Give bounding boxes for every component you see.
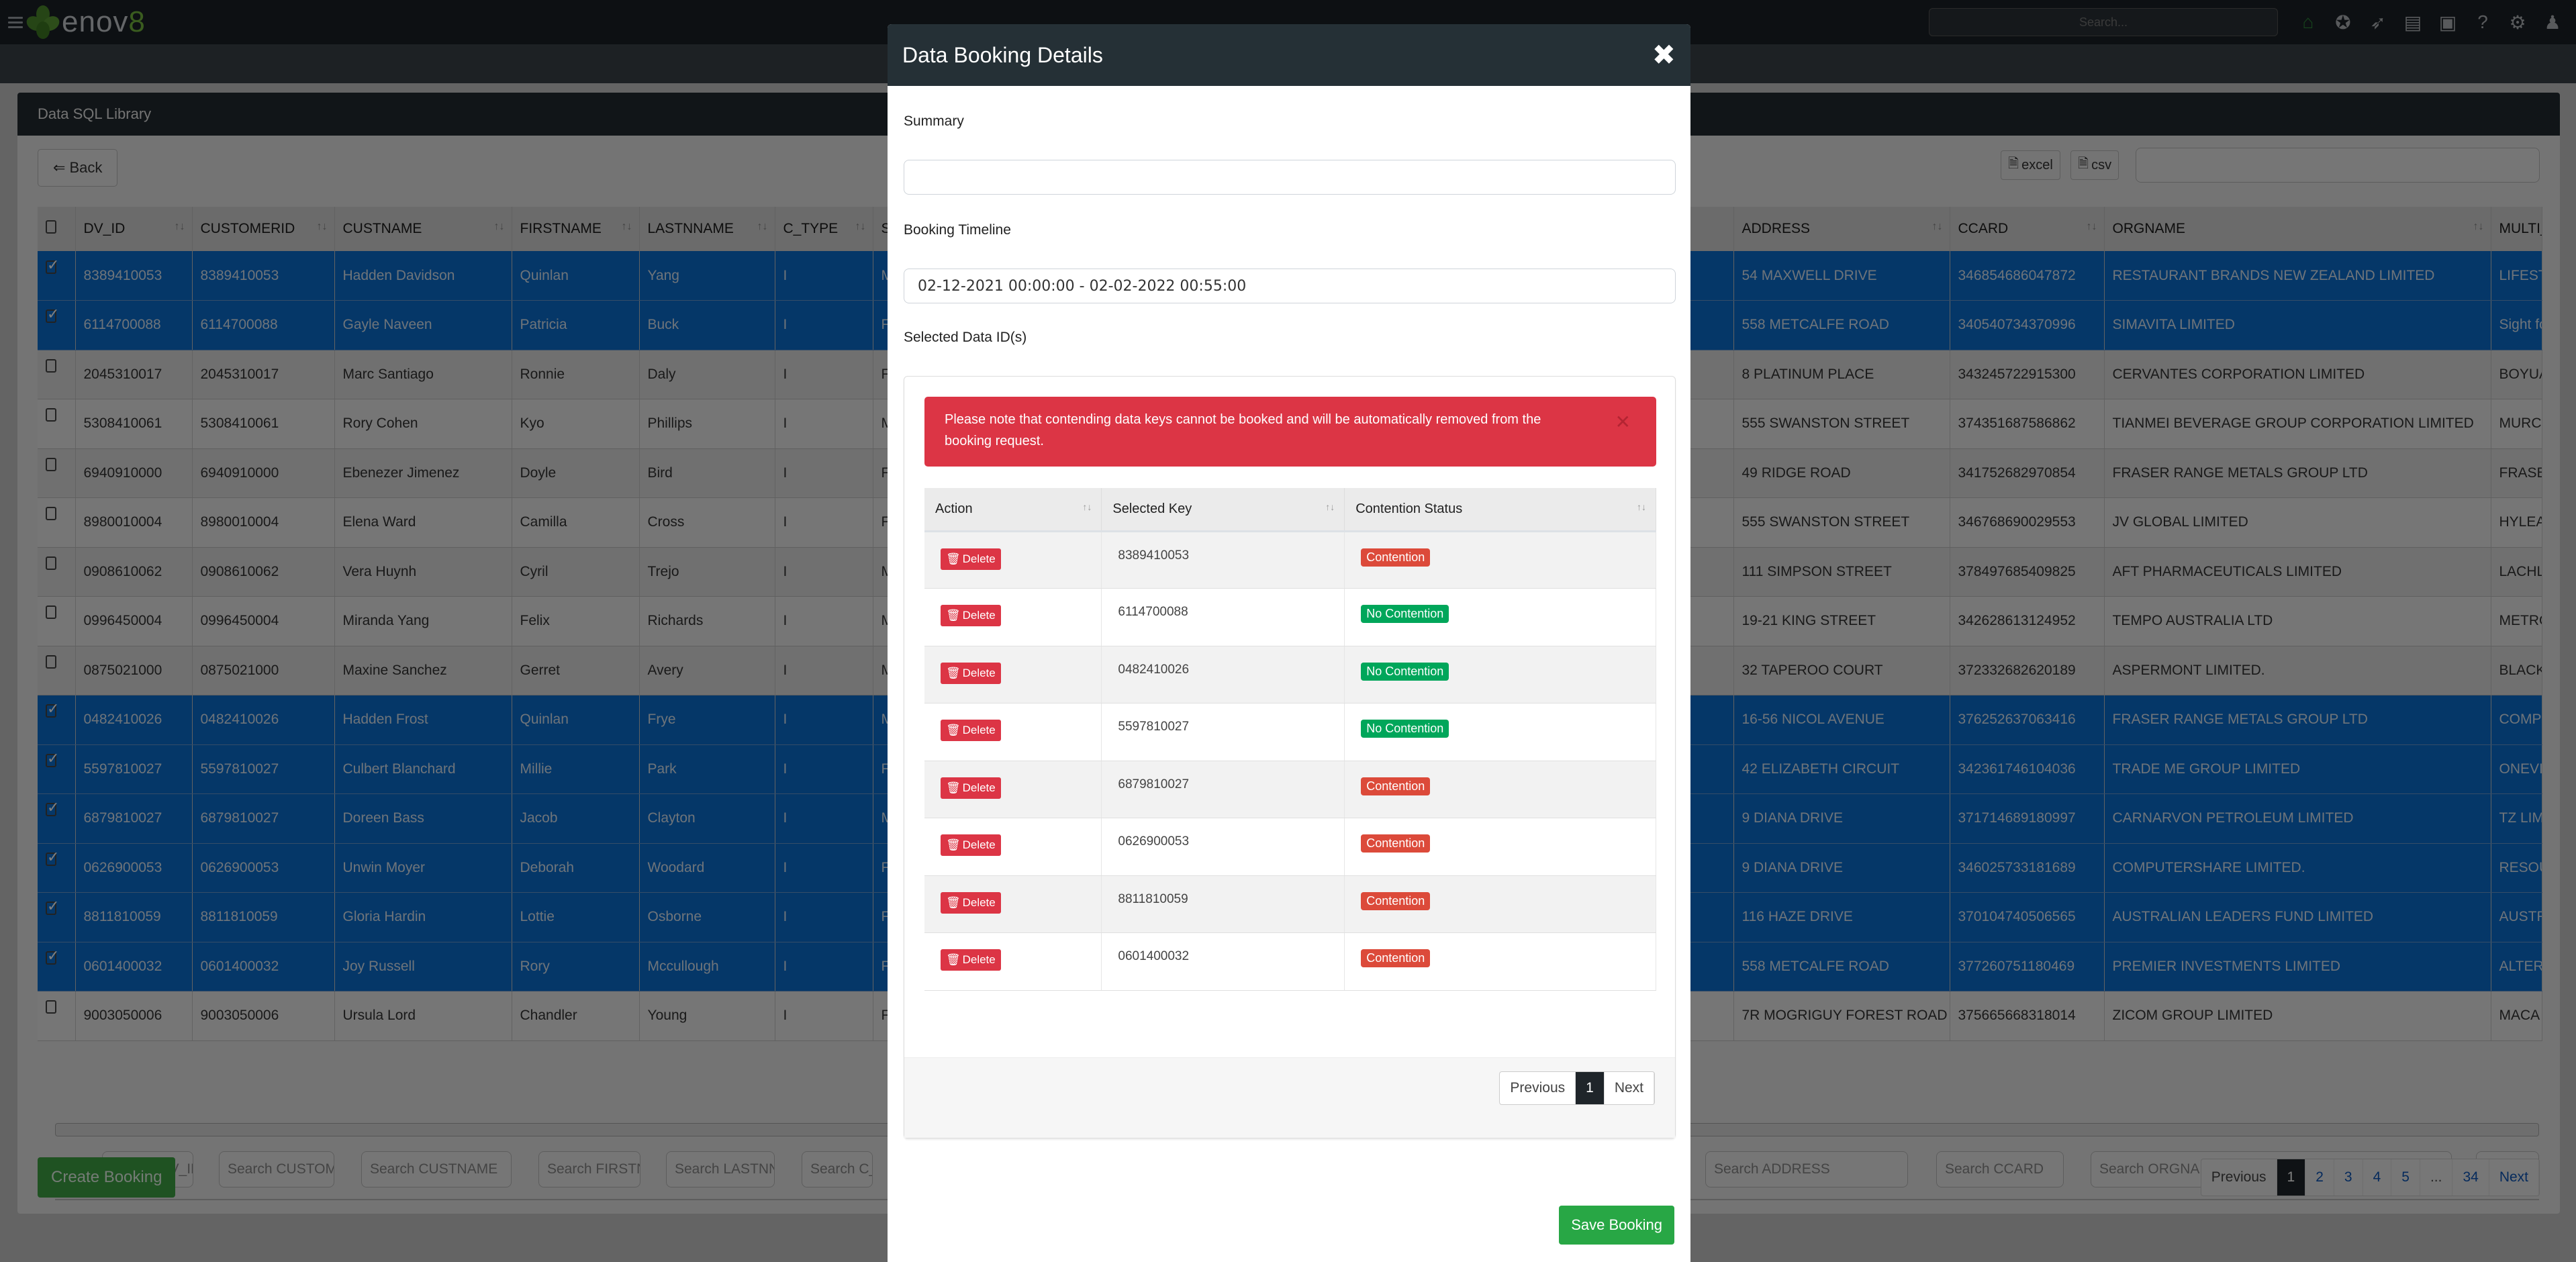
pagination-previous[interactable]: Previous (1500, 1072, 1576, 1104)
status-badge: No Contention (1361, 662, 1449, 681)
selected-key-cell: 8389410053 (1101, 531, 1345, 589)
delete-button[interactable]: 🗑 Delete (941, 605, 1001, 626)
trash-icon: 🗑 (946, 895, 961, 909)
selected-key-row: 🗑 Delete 8389410053 Contention (924, 531, 1656, 589)
delete-label: Delete (962, 895, 996, 909)
contention-status-cell: Contention (1344, 761, 1656, 818)
contention-status-cell: No Contention (1344, 588, 1656, 646)
selected-key-row: 🗑 Delete 0482410026 No Contention (924, 646, 1656, 703)
data-booking-modal: Data Booking Details ✖ Summary Booking T… (888, 24, 1690, 1262)
selected-key-row: 🗑 Delete 6114700088 No Contention (924, 588, 1656, 646)
selected-key-cell: 8811810059 (1101, 875, 1345, 933)
selected-ids-panel: Please note that contending data keys ca… (904, 376, 1676, 1138)
col-header-action[interactable]: Action ↑↓ (924, 488, 1102, 532)
status-badge: Contention (1361, 891, 1431, 910)
contention-alert: Please note that contending data keys ca… (924, 397, 1656, 467)
keys-pagination: Previous 1 Next (1499, 1071, 1655, 1105)
selected-key-cell: 6879810027 (1101, 761, 1345, 818)
keys-table-footer: Previous 1 Next (904, 1057, 1675, 1138)
status-badge: Contention (1361, 949, 1431, 967)
selected-key-row: 🗑 Delete 5597810027 No Contention (924, 703, 1656, 761)
trash-icon: 🗑 (946, 953, 961, 966)
booking-timeline-label: Booking Timeline (904, 222, 1011, 238)
sort-icon[interactable]: ↑↓ (1325, 501, 1335, 512)
selected-data-ids-label: Selected Data ID(s) (904, 330, 1027, 345)
contention-status-cell: Contention (1344, 818, 1656, 876)
delete-button[interactable]: 🗑 Delete (941, 720, 1001, 741)
delete-button[interactable]: 🗑 Delete (941, 834, 1001, 856)
selected-key-row: 🗑 Delete 0626900053 Contention (924, 818, 1656, 876)
col-header-selected-key[interactable]: Selected Key ↑↓ (1101, 488, 1345, 532)
modal-header: Data Booking Details ✖ (888, 24, 1690, 86)
contention-status-cell: No Contention (1344, 646, 1656, 703)
selected-key-row: 🗑 Delete 6879810027 Contention (924, 761, 1656, 818)
delete-label: Delete (962, 781, 996, 794)
delete-button[interactable]: 🗑 Delete (941, 949, 1001, 971)
save-booking-button[interactable]: Save Booking (1559, 1206, 1674, 1245)
action-cell: 🗑 Delete (924, 932, 1102, 991)
modal-title: Data Booking Details (902, 42, 1103, 67)
trash-icon: 🗑 (946, 609, 961, 622)
alert-close-icon[interactable]: ✕ (1615, 411, 1631, 433)
sort-icon[interactable]: ↑↓ (1082, 501, 1092, 512)
alert-text: Please note that contending data keys ca… (945, 412, 1541, 448)
action-cell: 🗑 Delete (924, 588, 1102, 646)
sort-icon[interactable]: ↑↓ (1637, 501, 1646, 512)
selected-key-cell: 0482410026 (1101, 646, 1345, 703)
action-cell: 🗑 Delete (924, 703, 1102, 761)
selected-key-row: 🗑 Delete 8811810059 Contention (924, 875, 1656, 933)
delete-button[interactable]: 🗑 Delete (941, 777, 1001, 799)
trash-icon: 🗑 (946, 724, 961, 736)
status-badge: No Contention (1361, 720, 1449, 738)
summary-input[interactable] (904, 160, 1676, 195)
trash-icon: 🗑 (946, 666, 961, 679)
col-header-contention-status[interactable]: Contention Status ↑↓ (1344, 488, 1656, 532)
delete-button[interactable]: 🗑 Delete (941, 548, 1001, 570)
trash-icon: 🗑 (946, 838, 961, 851)
status-badge: Contention (1361, 548, 1431, 567)
action-cell: 🗑 Delete (924, 875, 1102, 933)
contention-status-cell: No Contention (1344, 703, 1656, 761)
booking-timeline-input[interactable]: 02-12-2021 00:00:00 - 02-02-2022 00:55:0… (904, 269, 1676, 303)
delete-label: Delete (962, 838, 996, 851)
contention-status-cell: Contention (1344, 875, 1656, 933)
contention-status-cell: Contention (1344, 932, 1656, 991)
delete-button[interactable]: 🗑 Delete (941, 891, 1001, 914)
pagination-next[interactable]: Next (1605, 1072, 1654, 1104)
delete-label: Delete (962, 953, 996, 966)
status-badge: Contention (1361, 777, 1431, 795)
selected-key-cell: 5597810027 (1101, 703, 1345, 761)
trash-icon: 🗑 (946, 781, 961, 794)
close-icon[interactable]: ✖ (1652, 41, 1676, 69)
action-cell: 🗑 Delete (924, 646, 1102, 703)
status-badge: Contention (1361, 834, 1431, 853)
action-cell: 🗑 Delete (924, 818, 1102, 876)
summary-label: Summary (904, 113, 964, 129)
action-cell: 🗑 Delete (924, 531, 1102, 589)
selected-key-row: 🗑 Delete 0601400032 Contention (924, 932, 1656, 991)
selected-keys-table: Action ↑↓ Selected Key ↑↓ Contention Statu… (924, 488, 1656, 991)
delete-label: Delete (962, 609, 996, 622)
selected-key-cell: 0601400032 (1101, 932, 1345, 991)
pagination-page[interactable]: 1 (1576, 1072, 1605, 1104)
selected-key-cell: 6114700088 (1101, 588, 1345, 646)
delete-button[interactable]: 🗑 Delete (941, 662, 1001, 684)
delete-label: Delete (962, 552, 996, 565)
contention-status-cell: Contention (1344, 531, 1656, 589)
delete-label: Delete (962, 724, 996, 736)
action-cell: 🗑 Delete (924, 761, 1102, 818)
selected-key-cell: 0626900053 (1101, 818, 1345, 876)
status-badge: No Contention (1361, 605, 1449, 623)
keys-header-row: Action ↑↓ Selected Key ↑↓ Contention Statu… (924, 488, 1656, 532)
trash-icon: 🗑 (946, 552, 961, 565)
delete-label: Delete (962, 666, 996, 679)
